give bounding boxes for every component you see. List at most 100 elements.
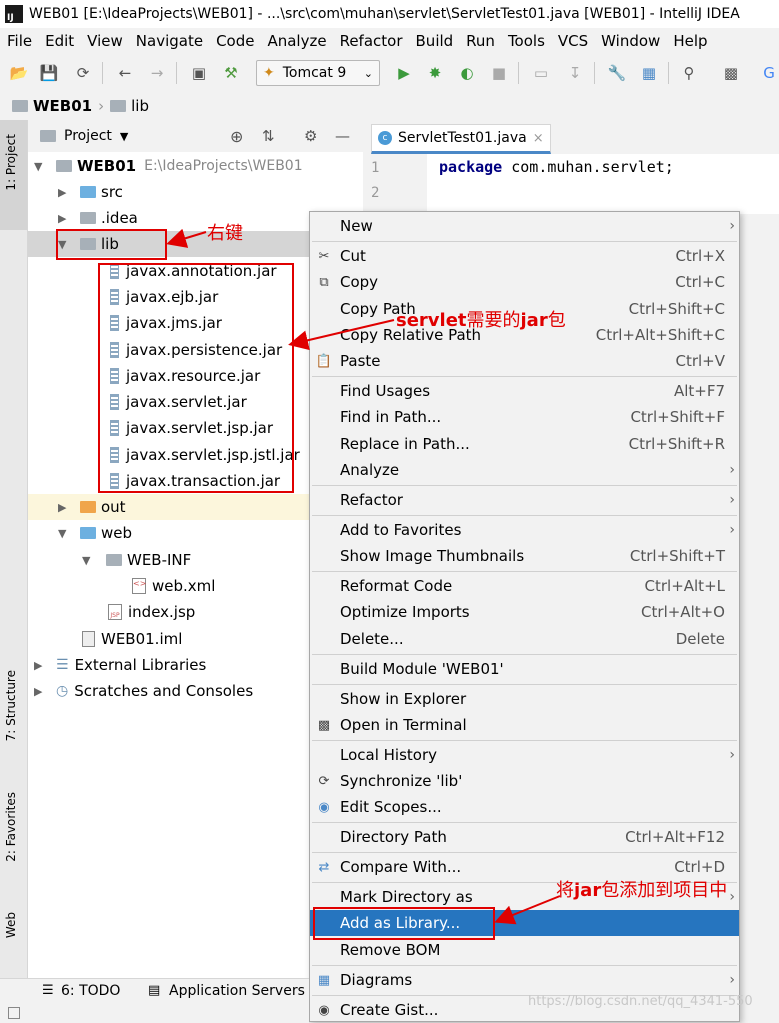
menu-analyze[interactable]: Analyze [267, 32, 326, 50]
menu-item-diagrams[interactable]: ▦ Diagrams › [310, 967, 739, 993]
build-hammer-icon[interactable]: ⚒ [222, 64, 240, 82]
close-icon[interactable]: × [533, 131, 544, 146]
menu-code[interactable]: Code [216, 32, 254, 50]
menu-item-new[interactable]: New › [310, 213, 739, 239]
breadcrumb-lib[interactable]: lib [131, 97, 149, 115]
menu-item-optimize-imports[interactable]: Optimize Imports Ctrl+Alt+O [310, 599, 739, 625]
menu-item-add-to-favorites[interactable]: Add to Favorites › [310, 517, 739, 543]
minimize-icon[interactable]: — [335, 127, 350, 145]
collapse-arrow-icon: ▶ [34, 658, 43, 672]
menu-file[interactable]: File [7, 32, 32, 50]
project-structure-icon[interactable]: ▦ [640, 64, 658, 82]
menu-item-find-usages[interactable]: Find Usages Alt+F7 [310, 378, 739, 404]
menu-item-delete[interactable]: Delete... Delete [310, 626, 739, 652]
project-panel-title[interactable]: Project [64, 128, 112, 144]
sync-icon[interactable]: ⟳ [74, 64, 92, 82]
chevron-down-icon: ⌄ [363, 66, 373, 80]
save-icon[interactable]: 💾 [40, 64, 59, 82]
tree-label-idea: .idea [101, 209, 138, 227]
main-toolbar: 📂 💾 ⟳ ← → ▣ ⚒ ▶ ✸ ◐ ■ ▭ ↧ 🔧 ▦ ⚲ ▩ G [0, 54, 779, 93]
search-icon[interactable]: ⚲ [680, 64, 698, 82]
collapse-arrow-icon: ▶ [58, 185, 67, 199]
open-folder-icon[interactable]: 📂 [10, 64, 29, 82]
vcs-icon[interactable]: ▭ [532, 64, 550, 82]
forward-icon[interactable]: → [148, 64, 166, 82]
menu-item-paste[interactable]: 📋 Paste Ctrl+V [310, 348, 739, 374]
menu-view[interactable]: View [87, 32, 123, 50]
submenu-arrow-icon: › [729, 889, 735, 905]
tab-project[interactable]: 1: Project [4, 134, 18, 191]
breadcrumb-project[interactable]: WEB01 [33, 97, 92, 115]
coverage-icon[interactable]: ◐ [458, 64, 476, 82]
menu-item-reformat-code[interactable]: Reformat Code Ctrl+Alt+L [310, 573, 739, 599]
menu-window[interactable]: Window [601, 32, 660, 50]
menu-run[interactable]: Run [466, 32, 495, 50]
tab-servlettest01[interactable]: c ServletTest01.java × [371, 124, 551, 154]
code-keyword: package [439, 158, 503, 176]
locate-target-icon[interactable]: ⊕ [230, 127, 243, 146]
gear-icon[interactable]: ⚙ [304, 127, 317, 145]
update-icon[interactable]: ↧ [566, 64, 584, 82]
code-line: package com.muhan.servlet; [439, 158, 674, 176]
project-panel-header: Project ▼ ⊕ ⇅ ⚙ — [28, 120, 363, 153]
collapse-arrow-icon: ▶ [58, 211, 67, 225]
menu-item-local-history[interactable]: Local History › [310, 742, 739, 768]
stop-icon[interactable]: ■ [490, 64, 508, 82]
scope-icon: ◉ [318, 799, 330, 815]
back-icon[interactable]: ← [116, 64, 134, 82]
menu-item-directory-path[interactable]: Directory Path Ctrl+Alt+F12 [310, 824, 739, 850]
menu-item-open-in-terminal[interactable]: ▩ Open in Terminal [310, 712, 739, 738]
tab-application-servers[interactable]: Application Servers [169, 983, 305, 999]
vcs-log-icon[interactable]: ▩ [722, 64, 740, 82]
menu-item-remove-bom[interactable]: Remove BOM [310, 937, 739, 963]
annotation-add-library-part: 包添加到项目中 [601, 880, 728, 901]
menu-edit[interactable]: Edit [45, 32, 74, 50]
window-title: WEB01 [E:\IdeaProjects\WEB01] - ...\src\… [29, 6, 740, 22]
menu-refactor[interactable]: Refactor [340, 32, 403, 50]
code-editor[interactable]: package com.muhan.servlet; [427, 154, 779, 214]
submenu-arrow-icon: › [729, 492, 735, 508]
project-folder-icon [12, 100, 28, 112]
menu-item-synchronize[interactable]: ⟳ Synchronize 'lib' [310, 768, 739, 794]
menu-item-show-thumbnails[interactable]: Show Image Thumbnails Ctrl+Shift+T [310, 543, 739, 569]
run-icon[interactable]: ▶ [395, 64, 413, 82]
google-icon[interactable]: G [760, 64, 778, 82]
menu-help[interactable]: Help [673, 32, 707, 50]
settings-wrench-icon[interactable]: 🔧 [608, 64, 627, 82]
tree-node-root[interactable]: ▼ WEB01 E:\IdeaProjects\WEB01 [28, 153, 363, 179]
submenu-arrow-icon: › [729, 747, 735, 763]
debug-bug-icon[interactable]: ✸ [426, 64, 444, 82]
menu-item-cut[interactable]: ✂ Cut Ctrl+X [310, 243, 739, 269]
tree-label-out: out [101, 498, 126, 516]
tree-label-external-libraries: External Libraries [74, 656, 207, 674]
tab-structure[interactable]: 7: Structure [4, 670, 18, 741]
tab-favorites[interactable]: 2: Favorites [4, 792, 18, 862]
collapse-all-icon[interactable]: ⇅ [262, 127, 275, 145]
menu-item-show-in-explorer[interactable]: Show in Explorer [310, 686, 739, 712]
menu-item-build-module[interactable]: Build Module 'WEB01' [310, 656, 739, 682]
tree-label-webxml: web.xml [152, 577, 216, 595]
menu-navigate[interactable]: Navigate [136, 32, 203, 50]
tree-node-src[interactable]: ▶ src [28, 179, 363, 205]
tab-todo[interactable]: 6: TODO [61, 983, 120, 999]
toggle-panels-icon[interactable] [8, 1007, 20, 1019]
scissors-icon: ✂ [318, 248, 330, 264]
menu-vcs[interactable]: VCS [558, 32, 588, 50]
menu-build[interactable]: Build [416, 32, 454, 50]
menu-item-copy[interactable]: ⧉ Copy Ctrl+C [310, 269, 739, 295]
lib-folder-icon [110, 100, 127, 112]
menu-tools[interactable]: Tools [508, 32, 545, 50]
menu-item-edit-scopes[interactable]: ◉ Edit Scopes... [310, 794, 739, 820]
run-config-select[interactable]: ✦ Tomcat 9 ⌄ [256, 60, 380, 86]
menu-item-refactor[interactable]: Refactor › [310, 487, 739, 513]
diagram-icon: ▦ [317, 972, 331, 988]
window-icon[interactable]: ▣ [190, 64, 208, 82]
breadcrumb: WEB01 › lib [0, 92, 779, 121]
submenu-arrow-icon: › [729, 522, 735, 538]
menu-item-find-in-path[interactable]: Find in Path... Ctrl+Shift+F [310, 404, 739, 430]
menu-item-analyze[interactable]: Analyze › [310, 457, 739, 483]
code-text: com.muhan.servlet; [502, 158, 674, 176]
tab-web[interactable]: Web [4, 912, 18, 938]
menu-item-replace-in-path[interactable]: Replace in Path... Ctrl+Shift+R [310, 431, 739, 457]
view-mode-chevron-icon[interactable]: ▼ [120, 130, 128, 143]
